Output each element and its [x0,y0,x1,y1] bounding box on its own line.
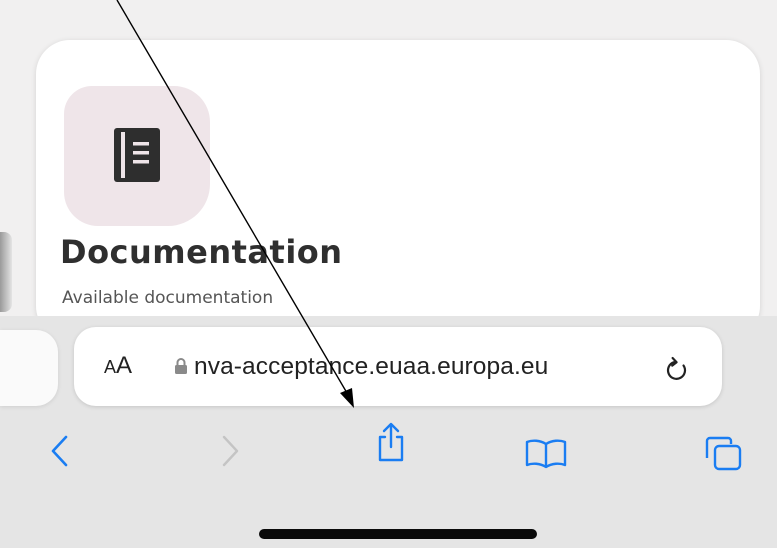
text-size-small-label: A [104,357,117,377]
back-chevron-icon [51,435,68,467]
url-text[interactable]: nva-acceptance.euaa.europa.eu [194,353,548,381]
bookmarks-icon [525,439,567,469]
text-size-big-label: A [116,352,133,379]
share-icon [378,422,404,462]
bookmarks-button[interactable] [524,438,568,470]
tabs-button[interactable] [702,434,746,474]
reload-icon[interactable] [664,356,690,384]
card-subtitle: Available documentation [62,288,274,308]
documentation-icon-tile [64,86,210,226]
text-size-button[interactable]: AA [104,352,132,380]
book-icon [114,128,160,182]
card-title: Documentation [60,233,343,271]
tabs-icon [705,436,742,471]
back-button[interactable] [48,434,72,468]
forward-button [222,435,239,467]
side-panel-edge [0,232,12,312]
forward-chevron-icon [222,435,239,467]
lock-icon [175,358,187,374]
share-button[interactable] [375,420,407,464]
previous-tab-preview[interactable] [0,330,58,406]
home-indicator [259,529,537,539]
